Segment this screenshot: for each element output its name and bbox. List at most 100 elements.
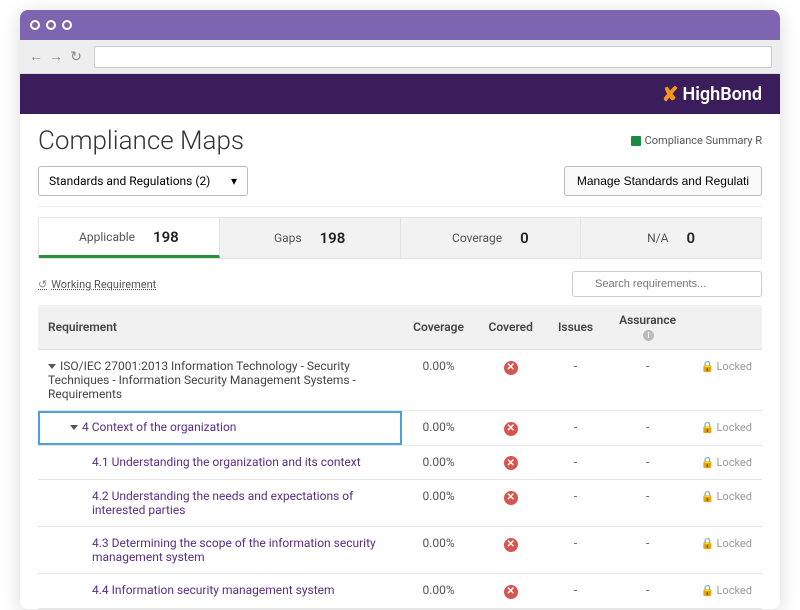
issues-cell: -: [547, 411, 605, 446]
issues-cell: -: [547, 574, 605, 609]
col-covered[interactable]: Covered: [475, 305, 547, 350]
lock-icon: 🔒: [701, 537, 715, 550]
requirement-link[interactable]: 4.2 Understanding the needs and expectat…: [92, 489, 353, 517]
requirement-link[interactable]: 4.4 Information security management syst…: [92, 583, 335, 597]
tab-gaps[interactable]: Gaps 198: [220, 218, 401, 258]
tab-count: 198: [153, 228, 179, 246]
coverage-cell: 0.00%: [402, 527, 474, 574]
tab-na[interactable]: N/A 0: [581, 218, 761, 258]
tab-count: 0: [520, 229, 529, 247]
requirement-link[interactable]: ISO/IEC 27001:2013 Information Technolog…: [48, 359, 356, 401]
covered-cell: ✕: [475, 350, 547, 411]
dropdown-label: Standards and Regulations (2): [49, 174, 210, 188]
reload-icon[interactable]: ↻: [68, 49, 84, 65]
controls-row: Standards and Regulations (2) ▾ Manage S…: [38, 166, 762, 207]
chevron-down-icon: ▾: [231, 174, 237, 188]
working-requirement-link[interactable]: ↺ Working Requirement: [38, 278, 156, 291]
table-row[interactable]: 4.1 Understanding the organization and i…: [38, 445, 762, 480]
compliance-summary-link[interactable]: Compliance Summary R: [631, 134, 762, 147]
not-covered-icon: ✕: [504, 456, 518, 470]
lock-icon: 🔒: [701, 360, 715, 373]
issues-cell: -: [547, 350, 605, 411]
issues-cell: -: [547, 480, 605, 527]
excel-icon: [631, 136, 641, 146]
assurance-cell: -: [604, 445, 690, 480]
not-covered-icon: ✕: [504, 491, 518, 505]
coverage-cell: 0.00%: [402, 350, 474, 411]
table-row[interactable]: 4.2 Understanding the needs and expectat…: [38, 480, 762, 527]
not-covered-icon: ✕: [504, 422, 518, 436]
locked-cell: 🔒Locked: [691, 480, 762, 527]
tab-label: N/A: [647, 231, 668, 245]
lock-icon: 🔒: [701, 584, 715, 597]
tab-label: Applicable: [79, 230, 135, 244]
locked-cell: 🔒Locked: [691, 527, 762, 574]
window-dot-3: [62, 20, 72, 30]
table-row[interactable]: 4 Context of the organization0.00%✕--🔒Lo…: [38, 411, 762, 446]
tab-coverage[interactable]: Coverage 0: [401, 218, 582, 258]
table-row[interactable]: 4.4 Information security management syst…: [38, 574, 762, 609]
coverage-cell: 0.00%: [402, 445, 474, 480]
covered-cell: ✕: [475, 574, 547, 609]
col-issues[interactable]: Issues: [547, 305, 605, 350]
tab-label: Gaps: [274, 231, 302, 245]
info-icon[interactable]: i: [643, 330, 654, 341]
tab-count: 198: [320, 229, 346, 247]
manage-standards-button[interactable]: Manage Standards and Regulati: [564, 166, 762, 196]
lock-icon: 🔒: [701, 490, 715, 503]
requirement-link[interactable]: 4.3 Determining the scope of the informa…: [92, 536, 376, 564]
issues-cell: -: [547, 445, 605, 480]
browser-tabbar: [20, 10, 780, 40]
coverage-cell: 0.00%: [402, 574, 474, 609]
coverage-cell: 0.00%: [402, 480, 474, 527]
lock-icon: 🔒: [701, 456, 715, 469]
browser-toolbar: ← → ↻: [20, 40, 780, 74]
requirement-link[interactable]: 4.1 Understanding the organization and i…: [92, 455, 361, 469]
tab-label: Coverage: [452, 231, 502, 245]
working-label: Working Requirement: [51, 278, 156, 291]
col-assurance[interactable]: Assurance i: [604, 305, 690, 350]
assurance-cell: -: [604, 574, 690, 609]
col-locked: [691, 305, 762, 350]
covered-cell: ✕: [475, 527, 547, 574]
window-dot-2: [46, 20, 56, 30]
table-row[interactable]: ISO/IEC 27001:2013 Information Technolog…: [38, 350, 762, 411]
tab-applicable[interactable]: Applicable 198: [39, 218, 220, 258]
requirements-table: Requirement Coverage Covered Issues Assu…: [38, 305, 762, 609]
url-input[interactable]: [94, 46, 772, 68]
caret-down-icon[interactable]: [48, 364, 56, 369]
tab-strip: Applicable 198 Gaps 198 Coverage 0 N/A 0: [38, 217, 762, 259]
browser-frame: ← → ↻ ✘ HighBond Compliance Maps Complia…: [20, 10, 780, 609]
brand-logo: ✘ HighBond: [662, 82, 762, 106]
summary-link-label: Compliance Summary R: [645, 134, 762, 147]
locked-cell: 🔒Locked: [691, 445, 762, 480]
caret-down-icon[interactable]: [70, 425, 78, 430]
assurance-cell: -: [604, 527, 690, 574]
brand-name: HighBond: [682, 84, 762, 105]
covered-cell: ✕: [475, 411, 547, 446]
col-assurance-label: Assurance: [619, 313, 676, 327]
brand-bar: ✘ HighBond: [20, 74, 780, 114]
table-row[interactable]: 4.3 Determining the scope of the informa…: [38, 527, 762, 574]
not-covered-icon: ✕: [504, 538, 518, 552]
locked-cell: 🔒Locked: [691, 574, 762, 609]
requirement-link[interactable]: 4 Context of the organization: [82, 420, 236, 434]
assurance-cell: -: [604, 480, 690, 527]
col-coverage[interactable]: Coverage: [402, 305, 474, 350]
issues-cell: -: [547, 527, 605, 574]
locked-cell: 🔒Locked: [691, 350, 762, 411]
covered-cell: ✕: [475, 480, 547, 527]
link-icon: ↺: [38, 278, 47, 291]
col-requirement[interactable]: Requirement: [38, 305, 402, 350]
page-body: Compliance Maps Compliance Summary R Sta…: [20, 114, 780, 609]
back-icon[interactable]: ←: [28, 49, 44, 65]
not-covered-icon: ✕: [504, 585, 518, 599]
coverage-cell: 0.00%: [402, 411, 474, 446]
lock-icon: 🔒: [701, 421, 715, 434]
standards-dropdown[interactable]: Standards and Regulations (2) ▾: [38, 166, 248, 196]
search-wrap: 🔍: [572, 271, 762, 297]
not-covered-icon: ✕: [504, 361, 518, 375]
assurance-cell: -: [604, 350, 690, 411]
search-input[interactable]: [572, 271, 762, 297]
forward-icon[interactable]: →: [48, 49, 64, 65]
